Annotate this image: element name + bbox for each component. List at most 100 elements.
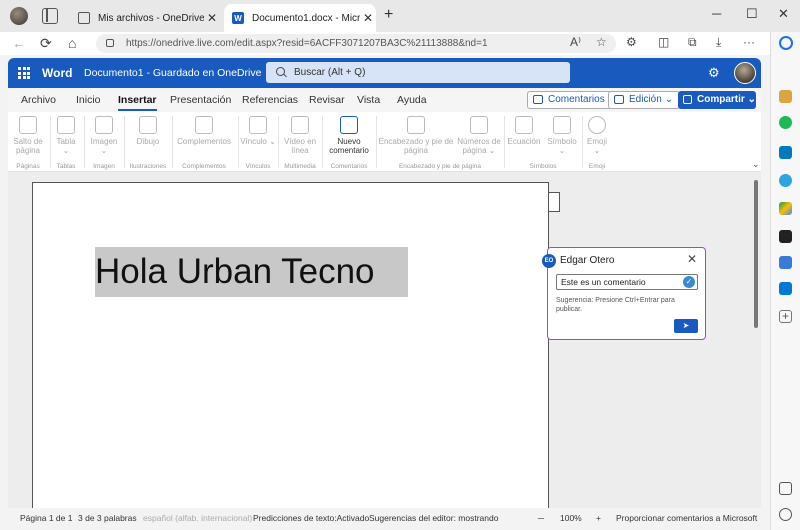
sidebar-settings-icon[interactable]	[779, 508, 792, 521]
refresh-icon[interactable]: ⟳	[40, 35, 52, 52]
lock-icon[interactable]	[106, 39, 114, 47]
tab-insertar[interactable]: Insertar	[118, 94, 157, 111]
browser-tab-strip: Mis archivos - OneDrive ✕ W Documento1.d…	[0, 0, 800, 32]
comment-input-value: Este es un comentario	[561, 277, 646, 287]
editor-suggestions[interactable]: Sugerencias del editor: mostrando	[369, 513, 498, 523]
language-indicator[interactable]: español (alfab. internacional)	[143, 513, 252, 523]
zoom-in-button[interactable]: +	[596, 513, 601, 523]
group-imagen: Imagen ⌄ Imagen	[88, 112, 120, 172]
ribbon-divider	[172, 116, 173, 168]
more-icon[interactable]: ···	[743, 35, 755, 49]
copilot-icon[interactable]	[779, 282, 792, 295]
favorite-icon[interactable]: ☆	[596, 35, 607, 49]
page-count: Página 1 de 1	[20, 513, 73, 523]
read-aloud-icon[interactable]: A⁾	[570, 35, 581, 49]
link-button[interactable]: Vínculo ⌄	[240, 116, 276, 146]
text-predictions[interactable]: Predicciones de texto:Activado	[253, 513, 369, 523]
browser-tab-word[interactable]: W Documento1.docx - Microsoft ✕	[224, 4, 376, 32]
app-launcher-icon[interactable]	[18, 67, 30, 79]
image-icon	[95, 116, 113, 134]
ribbon-divider	[124, 116, 125, 168]
close-tab-icon[interactable]: ✕	[204, 11, 220, 25]
url-field[interactable]: https://onedrive.live.com/edit.aspx?resi…	[96, 34, 616, 53]
collections-icon[interactable]: ⧉	[688, 35, 697, 50]
bing-icon[interactable]	[779, 36, 793, 50]
vertical-scrollbar[interactable]	[752, 172, 759, 508]
ribbon-expand-icon[interactable]: ⌄	[752, 159, 760, 170]
header-footer-button[interactable]: Encabezado y pie de página	[378, 116, 454, 155]
shopping-icon[interactable]	[779, 90, 792, 103]
close-icon[interactable]: ✕	[687, 252, 697, 266]
emoji-button[interactable]: Emoji ⌄	[584, 116, 610, 155]
extensions-icon[interactable]: ⚙	[626, 35, 637, 49]
emoji-icon	[588, 116, 606, 134]
add-icon[interactable]: +	[779, 310, 792, 323]
group-label: Páginas	[16, 163, 40, 170]
app-icon[interactable]	[779, 256, 792, 269]
comments-button[interactable]: Comentarios	[527, 91, 612, 109]
tab-vista[interactable]: Vista	[357, 94, 380, 106]
page-break-button[interactable]: Salto de página	[10, 116, 46, 155]
tab-ayuda[interactable]: Ayuda	[397, 94, 427, 106]
editing-mode-button[interactable]: Edición ⌄	[608, 91, 680, 109]
page-numbers-button[interactable]: Números de página ⌄	[456, 116, 502, 155]
browser-tab-onedrive[interactable]: Mis archivos - OneDrive ✕	[70, 4, 220, 32]
close-tab-icon[interactable]: ✕	[360, 11, 376, 25]
addins-button[interactable]: Complementos	[174, 116, 234, 146]
tab-presentacion[interactable]: Presentación	[170, 94, 231, 106]
comment-author-avatar: EO	[542, 254, 556, 268]
new-comment-button[interactable]: Nuevo comentario	[324, 116, 374, 155]
settings-icon[interactable]: ⚙	[708, 65, 720, 81]
downloads-icon[interactable]: ⤓	[716, 35, 721, 50]
group-multimedia: Vídeo en línea Multimedia	[280, 112, 320, 172]
page-break-icon	[19, 116, 37, 134]
document-text-selection[interactable]: Hola Urban Tecno	[95, 247, 408, 297]
tab-inicio[interactable]: Inicio	[76, 94, 101, 106]
zoom-level[interactable]: 100%	[560, 513, 582, 523]
zoom-out-button[interactable]: ─	[538, 513, 544, 523]
online-video-button[interactable]: Vídeo en línea	[282, 116, 318, 155]
symbol-button[interactable]: Símbolo ⌄	[544, 116, 580, 155]
send-comment-button[interactable]: ➤	[674, 319, 698, 333]
close-window-button[interactable]: ✕	[778, 6, 789, 22]
comment-card: EO Edgar Otero ✕ Este es un comentario ✓…	[542, 247, 706, 340]
app-name[interactable]: Word	[42, 66, 72, 80]
home-icon[interactable]: ⌂	[68, 35, 76, 51]
feedback-link[interactable]: Proporcionar comentarios a Microsoft	[616, 513, 757, 523]
scroll-thumb[interactable]	[754, 180, 758, 328]
picture-button[interactable]: Imagen ⌄	[88, 116, 120, 155]
equation-button[interactable]: Ecuación	[506, 116, 542, 146]
tab-archivo[interactable]: Archivo	[21, 94, 56, 106]
tab-title: Mis archivos - OneDrive	[98, 12, 204, 24]
table-button[interactable]: Tabla ⌄	[52, 116, 80, 155]
spotify-icon[interactable]	[779, 116, 792, 129]
share-button[interactable]: Compartir ⌄	[678, 91, 756, 109]
drawing-button[interactable]: Dibujo	[130, 116, 166, 146]
group-label: Emoji	[588, 163, 606, 170]
drive-icon[interactable]	[779, 202, 792, 215]
document-page[interactable]: Hola Urban Tecno	[32, 182, 549, 508]
maximize-button[interactable]: ☐	[746, 6, 758, 22]
search-input[interactable]: Buscar (Alt + Q)	[266, 62, 570, 83]
sidebar-layout-icon[interactable]	[779, 482, 792, 495]
telegram-icon[interactable]	[779, 174, 792, 187]
tab-actions-icon[interactable]	[42, 8, 58, 24]
tab-referencias[interactable]: Referencias	[242, 94, 298, 106]
trello-icon[interactable]	[779, 146, 792, 159]
group-label: Complementos	[182, 163, 226, 170]
word-icon: W	[232, 12, 244, 24]
drawing-icon	[139, 116, 157, 134]
minimize-button[interactable]: ─	[712, 6, 721, 21]
back-icon[interactable]: ←	[12, 35, 26, 51]
word-count[interactable]: 3 de 3 palabras	[78, 513, 137, 523]
comment-input[interactable]: Este es un comentario ✓	[556, 274, 698, 290]
share-icon	[683, 95, 692, 104]
group-label: Vínculos	[245, 163, 271, 170]
user-avatar[interactable]	[734, 62, 756, 84]
document-status[interactable]: Documento1 - Guardado en OneDrive ⌄	[84, 67, 273, 79]
browser-profile-avatar[interactable]	[10, 7, 28, 25]
split-screen-icon[interactable]: ◫	[658, 35, 669, 49]
notion-icon[interactable]	[779, 230, 792, 243]
new-tab-button[interactable]: +	[384, 6, 393, 24]
tab-revisar[interactable]: Revisar	[309, 94, 345, 106]
